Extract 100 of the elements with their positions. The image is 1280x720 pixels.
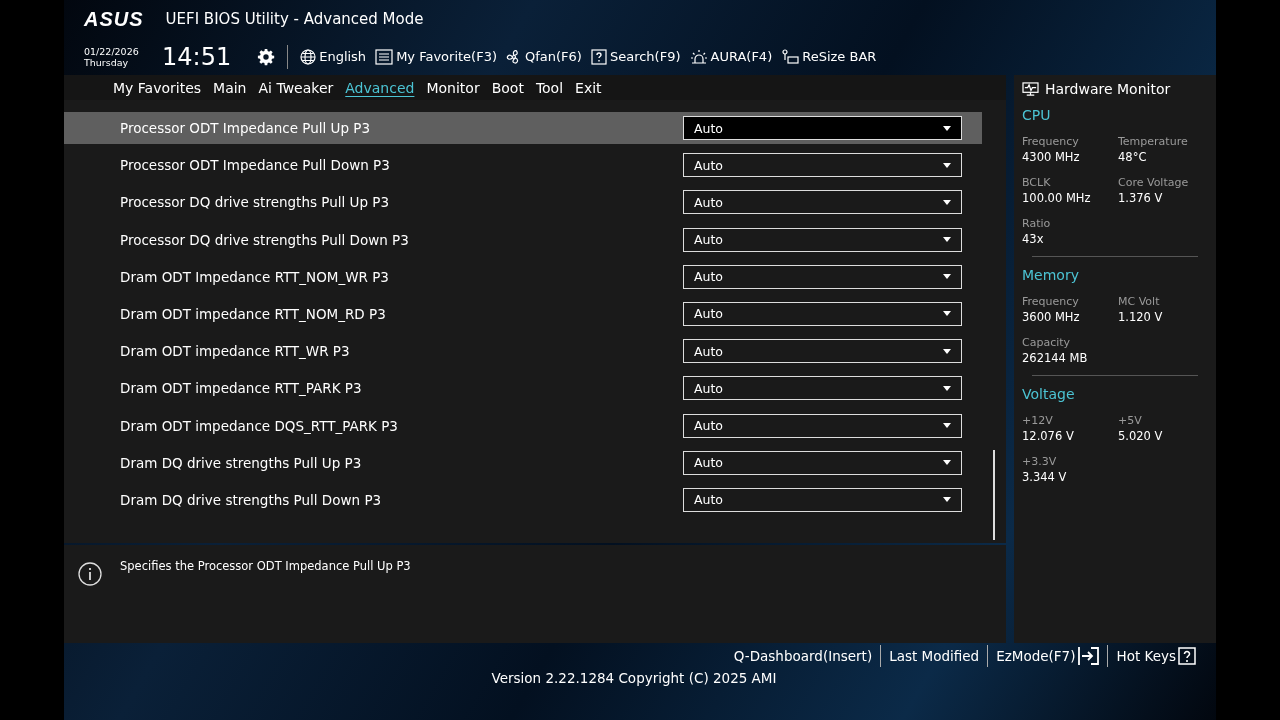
setting-row[interactable]: Dram ODT impedance RTT_NOM_RD P3 Auto [64, 297, 982, 330]
metric-value: 43x [1022, 232, 1045, 246]
panel-title: Hardware Monitor [1045, 81, 1171, 97]
setting-row[interactable]: Dram ODT impedance RTT_PARK P3 Auto [64, 372, 982, 405]
setting-label: Processor DQ drive strengths Pull Up P3 [120, 194, 389, 211]
toolbar-button[interactable]: AURA(F4) [685, 48, 777, 65]
dropdown-field[interactable]: Auto [683, 227, 962, 252]
metric-value: 3600 MHz [1022, 310, 1081, 324]
setting-label: Processor ODT Impedance Pull Down P3 [120, 157, 390, 174]
dropdown-field[interactable]: Auto [683, 339, 962, 364]
metric-label: Core Voltage [1118, 176, 1190, 189]
help-icon [590, 48, 607, 65]
metric-label: Ratio [1022, 217, 1052, 230]
setting-label: Processor ODT Impedance Pull Up P3 [120, 120, 371, 136]
menu-tab[interactable]: Monitor [421, 79, 485, 96]
list-icon [375, 48, 394, 65]
setting-row[interactable]: Dram ODT impedance RTT_WR P3 Auto [64, 335, 982, 368]
caret-icon [943, 460, 951, 466]
caret-icon [943, 199, 951, 205]
caret-icon [943, 385, 951, 391]
section-title: CPU [1022, 107, 1052, 123]
brand-logo: ASUS [84, 7, 144, 31]
caret-icon [943, 162, 951, 168]
menu-tab[interactable]: Boot [486, 79, 529, 96]
settings-icon[interactable] [257, 47, 276, 66]
menu-tab[interactable]: Exit [570, 79, 607, 96]
monitor-icon [1022, 81, 1039, 97]
globe-icon [300, 48, 317, 65]
setting-row[interactable]: Dram ODT impedance DQS_RTT_PARK P3 Auto [64, 409, 982, 442]
toolbar-button[interactable]: Qfan(F6) [502, 48, 586, 65]
day-text: Thursday [84, 56, 130, 68]
dropdown-field[interactable]: Auto [683, 450, 962, 475]
dropdown-field[interactable]: Auto [683, 301, 962, 326]
metric-value: 100.00 MHz [1022, 191, 1092, 205]
footer-link[interactable]: Hot Keys [1108, 647, 1204, 665]
setting-row[interactable]: Processor ODT Impedance Pull Down P3 Auto [64, 149, 982, 182]
window-title: UEFI BIOS Utility - Advanced Mode [165, 10, 424, 28]
dropdown-field[interactable]: Auto [683, 190, 962, 215]
dropdown-field[interactable]: Auto [683, 116, 962, 140]
dropdown-field[interactable]: Auto [683, 413, 962, 438]
setting-label: Processor DQ drive strengths Pull Down P3 [120, 231, 409, 248]
toolbar-button[interactable]: English [296, 48, 371, 65]
dropdown-field[interactable]: Auto [683, 487, 962, 512]
metric-label: Capacity [1022, 336, 1072, 349]
footer-link[interactable]: Q-Dashboard(Insert) [725, 648, 881, 664]
setting-row[interactable]: Processor DQ drive strengths Pull Down P3 Auto [64, 223, 982, 256]
version-text: Version 2.22.1284 Copyright (C) 2025 AMI [491, 670, 777, 686]
dropdown-field[interactable]: Auto [683, 376, 962, 401]
caret-icon [943, 497, 951, 503]
setting-label: Dram ODT impedance RTT_NOM_RD P3 [120, 305, 386, 322]
setting-row[interactable]: Dram DQ drive strengths Pull Up P3 Auto [64, 446, 982, 479]
toolbar-button[interactable]: My Favorite(F3) [371, 48, 501, 65]
setting-label: Dram ODT impedance DQS_RTT_PARK P3 [120, 417, 398, 434]
footer-link[interactable]: Last Modified [881, 648, 988, 664]
section-title: Voltage [1022, 386, 1076, 402]
setting-row[interactable]: Processor ODT Impedance Pull Up P3 Auto [64, 112, 982, 144]
toolbar-button[interactable]: ReSize BAR [777, 48, 881, 65]
scrollbar-thumb[interactable] [993, 450, 995, 540]
card-icon [781, 48, 800, 65]
help-icon [1178, 647, 1196, 665]
metric-value: 4300 MHz [1022, 150, 1081, 164]
setting-label: Dram DQ drive strengths Pull Up P3 [120, 454, 362, 471]
light-icon [689, 48, 708, 65]
help-text: Specifies the Processor ODT Impedance Pull Up P3 [120, 559, 411, 573]
footer-link[interactable]: EzMode(F7) [988, 647, 1108, 665]
setting-label: Dram ODT impedance RTT_WR P3 [120, 343, 350, 360]
info-icon [78, 562, 102, 586]
metric-label: Temperature [1118, 135, 1189, 148]
date-text: 01/22/2026 [84, 45, 140, 57]
setting-label: Dram ODT Impedance RTT_NOM_WR P3 [120, 268, 389, 285]
setting-row[interactable]: Dram DQ drive strengths Pull Down P3 Auto [64, 483, 982, 516]
metric-label: +5V [1118, 414, 1143, 427]
setting-row[interactable]: Processor DQ drive strengths Pull Up P3 Auto [64, 186, 982, 219]
caret-icon [943, 237, 951, 243]
menu-tab[interactable]: Main [208, 79, 252, 96]
dropdown-field[interactable]: Auto [683, 153, 962, 178]
metric-label: Frequency [1022, 135, 1080, 148]
toolbar-button[interactable]: Search(F9) [586, 48, 685, 65]
metric-label: MC Volt [1118, 295, 1161, 308]
metric-value: 12.076 V [1022, 429, 1075, 443]
clock-time: 14:51 [162, 42, 232, 71]
caret-icon [943, 348, 951, 354]
dropdown-field[interactable]: Auto [683, 264, 962, 289]
exit-icon [1077, 647, 1100, 665]
caret-icon [943, 423, 951, 428]
menu-tab[interactable]: Ai Tweaker [253, 79, 339, 96]
metric-label: Frequency [1022, 295, 1080, 308]
metric-value: 48°C [1118, 150, 1148, 164]
metric-value: 5.020 V [1118, 429, 1164, 443]
setting-row[interactable]: Dram ODT Impedance RTT_NOM_WR P3 Auto [64, 260, 982, 293]
setting-label: Dram ODT impedance RTT_PARK P3 [120, 380, 362, 397]
metric-label: +3.3V [1022, 455, 1058, 468]
menu-tab[interactable]: Advanced [340, 79, 420, 96]
menu-tab[interactable]: My Favorites [108, 79, 207, 96]
metric-value: 262144 MB [1022, 351, 1089, 365]
caret-icon [943, 311, 951, 317]
caret-icon [943, 125, 951, 131]
metric-label: +12V [1022, 414, 1054, 427]
setting-label: Dram DQ drive strengths Pull Down P3 [120, 491, 382, 508]
menu-tab[interactable]: Tool [530, 79, 569, 96]
